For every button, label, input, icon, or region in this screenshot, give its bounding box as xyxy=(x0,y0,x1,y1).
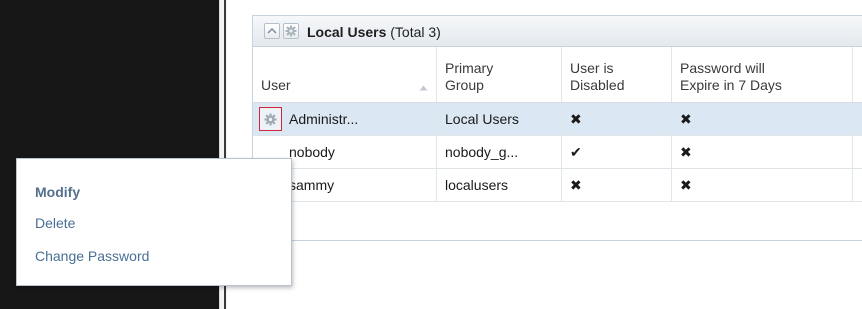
cell-password-expire: ✖ xyxy=(672,103,853,135)
table-header: User Primary Group User is Disabled Passwo… xyxy=(253,47,862,103)
header-line-1: Password will xyxy=(680,60,765,76)
chevron-up-icon xyxy=(267,27,277,34)
header-line-2: Expire in 7 Days xyxy=(680,77,782,93)
column-header-user-label: User xyxy=(261,77,291,93)
cell-user-disabled: ✖ xyxy=(562,103,672,135)
header-line-1: Primary xyxy=(445,60,494,76)
column-header-password-expire[interactable]: Password will Expire in 7 Days xyxy=(672,47,853,102)
table-row[interactable]: Administr... Local Users ✖ ✖ xyxy=(253,103,862,136)
column-header-user[interactable]: User xyxy=(253,47,437,102)
sort-ascending-icon xyxy=(419,85,428,91)
menu-item-change-password[interactable]: Change Password xyxy=(35,248,149,264)
panel-title-count: (Total 3) xyxy=(390,24,441,40)
collapse-button[interactable] xyxy=(264,23,280,39)
panel-title-label: Local Users xyxy=(307,24,387,40)
column-header-password-expire-label: Password will Expire in 7 Days xyxy=(680,60,782,94)
gear-icon xyxy=(264,113,277,125)
column-header-user-disabled[interactable]: User is Disabled xyxy=(562,47,672,102)
cell-password-expire: ✖ xyxy=(672,169,853,201)
header-line-2: Disabled xyxy=(570,77,625,93)
cell-primary-group: localusers xyxy=(437,169,562,201)
gear-icon xyxy=(285,25,297,37)
table-row[interactable]: sammy localusers ✖ ✖ xyxy=(253,169,862,202)
column-header-primary-group-label: Primary Group xyxy=(445,60,493,94)
panel-settings-button[interactable] xyxy=(283,23,299,39)
row-context-menu: Modify Delete Change Password xyxy=(16,158,292,286)
row-actions-button[interactable] xyxy=(259,107,282,131)
table-row[interactable]: nobody nobody_g... ✔ ✖ xyxy=(253,136,862,169)
header-line-1: User is xyxy=(570,60,614,76)
header-line-2: Group xyxy=(445,77,484,93)
column-header-primary-group[interactable]: Primary Group xyxy=(437,47,562,102)
local-users-panel: Local Users (Total 3) User Primary Group … xyxy=(252,15,862,241)
cell-password-expire: ✖ xyxy=(672,136,853,168)
cell-primary-group: Local Users xyxy=(437,103,562,135)
column-header-user-disabled-label: User is Disabled xyxy=(570,60,624,94)
cell-user-disabled: ✖ xyxy=(562,169,672,201)
menu-item-modify[interactable]: Modify xyxy=(35,184,80,200)
menu-item-delete[interactable]: Delete xyxy=(35,215,75,231)
cell-user-disabled: ✔ xyxy=(562,136,672,168)
cell-primary-group: nobody_g... xyxy=(437,136,562,168)
panel-title: Local Users (Total 3) xyxy=(307,24,441,40)
panel-header: Local Users (Total 3) xyxy=(253,16,862,47)
